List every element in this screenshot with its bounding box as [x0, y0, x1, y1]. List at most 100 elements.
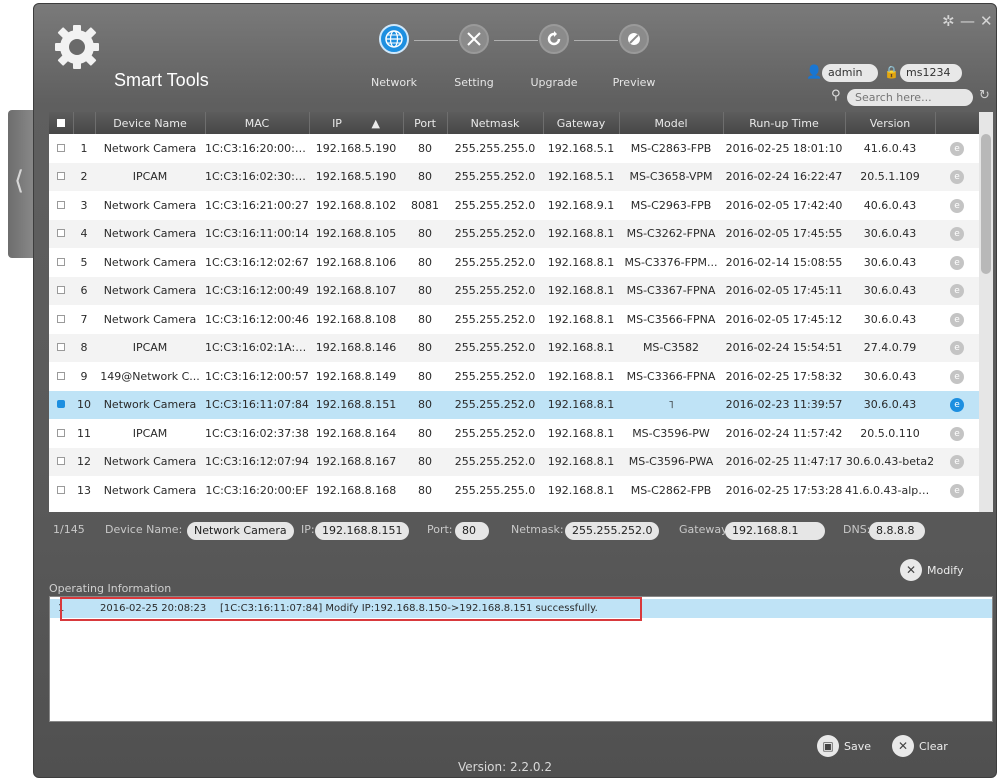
table-row[interactable]: 12 Network Camera 1C:C3:16:12:07:94 192.168… [49, 447, 979, 476]
row-action[interactable]: e [935, 476, 979, 505]
row-checkbox[interactable] [49, 162, 73, 191]
clear-icon: ✕ [892, 735, 914, 757]
gateway-cell: 192.168.8.1 [547, 426, 615, 440]
table-row[interactable]: 7 Network Camera 1C:C3:16:12:00:46 192.168.… [49, 305, 979, 334]
close-button[interactable]: ✕ [980, 12, 993, 30]
table-row[interactable]: 10 Network Camera 1C:C3:16:11:07:84 192.168… [49, 390, 979, 419]
tools-icon [467, 32, 481, 46]
version-text: Version: 2.2.0.2 [458, 760, 552, 774]
ip-field[interactable]: 192.168.8.151 [315, 522, 409, 540]
row-action[interactable]: e [935, 162, 979, 191]
table-row[interactable]: 5 Network Camera 1C:C3:16:12:02:67 192.168.… [49, 248, 979, 277]
clear-button[interactable]: ✕ Clear [892, 734, 948, 758]
row-action[interactable]: e [935, 248, 979, 277]
port-field[interactable]: 80 [455, 522, 489, 540]
step-upgrade[interactable]: Upgrade [514, 24, 594, 89]
gateway-field[interactable]: 192.168.8.1 [725, 522, 825, 540]
row-checkbox[interactable] [49, 219, 73, 248]
step-preview[interactable]: Preview [594, 24, 674, 89]
table-row[interactable]: 3 Network Camera 1C:C3:16:21:00:27 192.168.… [49, 191, 979, 220]
search-input[interactable] [847, 89, 973, 106]
row-checkbox[interactable] [49, 134, 73, 163]
version-cell: 30.6.0.43 [863, 255, 917, 269]
username-field[interactable]: admin [822, 64, 878, 82]
row-action[interactable]: e [935, 362, 979, 391]
row-action[interactable]: e [935, 134, 979, 163]
model-cell: MS-C3582 [619, 333, 723, 362]
table-row[interactable]: 1 Network Camera 1C:C3:16:20:00:EA 192.168.… [49, 134, 979, 163]
row-action[interactable]: e [935, 419, 979, 448]
modify-button[interactable]: ✕ Modify [900, 558, 963, 582]
ip-cell: 192.168.8.105 [309, 219, 403, 248]
refresh-search-icon[interactable]: ↻ [979, 88, 990, 103]
row-index: 1 [80, 141, 88, 155]
browser-icon: e [950, 426, 964, 441]
row-index: 9 [80, 369, 88, 383]
row-index: 5 [80, 255, 88, 269]
password-field[interactable]: ms1234 [900, 64, 962, 82]
table-row[interactable]: 6 Network Camera 1C:C3:16:12:00:49 192.168.… [49, 276, 979, 305]
table-row[interactable]: 4 Network Camera 1C:C3:16:11:00:14 192.168.… [49, 219, 979, 248]
row-action[interactable]: e [935, 219, 979, 248]
row-checkbox[interactable] [49, 305, 73, 334]
port-label: Port: [427, 523, 453, 536]
ip-cell: 192.168.8.106 [315, 255, 397, 269]
version-cell: 30.6.0.43-beta2 [845, 447, 935, 476]
header-mac[interactable]: MAC [205, 112, 310, 134]
settings-gear-icon[interactable]: ✲ [942, 12, 955, 30]
model-cell: MS-C2863-FPB [630, 141, 712, 155]
device-name-cell: Network Camera [95, 276, 205, 305]
scrollbar-thumb[interactable] [981, 134, 991, 274]
header-ip[interactable]: IP ▲ [309, 112, 404, 134]
row-checkbox[interactable] [49, 419, 73, 448]
device-name-field[interactable]: Network Camera [187, 522, 294, 540]
device-name-cell: Network Camera [95, 219, 205, 248]
ip-cell: 192.168.5.190 [309, 162, 403, 191]
minimize-button[interactable]: — [960, 12, 975, 30]
table-row[interactable]: 11 IPCAM 1C:C3:16:02:37:38 192.168.8.164 80 2… [49, 419, 979, 448]
table-row[interactable]: 2 IPCAM 1C:C3:16:02:30:D7 192.168.5.190 80 25… [49, 162, 979, 191]
browser-icon: e [950, 170, 964, 185]
row-checkbox[interactable] [49, 248, 73, 277]
header-gateway[interactable]: Gateway [543, 112, 620, 134]
row-action[interactable]: e [935, 191, 979, 220]
row-action[interactable]: e [935, 390, 979, 419]
row-action[interactable]: e [935, 276, 979, 305]
step-setting[interactable]: Setting [434, 24, 514, 89]
header-netmask[interactable]: Netmask [447, 112, 544, 134]
save-button[interactable]: ▣ Save [817, 734, 871, 758]
header-ip-label: IP [332, 116, 342, 130]
row-checkbox[interactable] [49, 362, 73, 391]
row-index: 3 [80, 198, 88, 212]
side-collapse-tab[interactable]: ⟨ [8, 110, 35, 258]
row-checkbox[interactable] [49, 191, 73, 220]
row-action[interactable]: e [935, 333, 979, 362]
select-all-checkbox[interactable] [49, 112, 74, 134]
device-name-label: Device Name: [105, 523, 183, 536]
header-model[interactable]: Model [619, 112, 724, 134]
header-device-name[interactable]: Device Name [95, 112, 206, 134]
header-action [935, 112, 980, 134]
table-row[interactable]: 13 Network Camera 1C:C3:16:20:00:EF 192.168… [49, 476, 979, 505]
run-up-time-cell: 2016-02-24 16:22:47 [723, 162, 845, 191]
row-checkbox[interactable] [49, 447, 73, 476]
header-run-up-time[interactable]: Run-up Time [723, 112, 846, 134]
netmask-field[interactable]: 255.255.252.0 [565, 522, 659, 540]
table-row[interactable]: 8 IPCAM 1C:C3:16:02:1A:D4 192.168.8.146 80 25… [49, 333, 979, 362]
device-name-cell: Network Camera [95, 447, 205, 476]
row-checkbox[interactable] [49, 390, 73, 419]
row-checkbox[interactable] [49, 333, 73, 362]
row-checkbox[interactable] [49, 276, 73, 305]
table-scrollbar[interactable] [979, 112, 993, 512]
row-action[interactable]: e [935, 305, 979, 334]
header-version[interactable]: Version [845, 112, 936, 134]
table-row[interactable]: 9 149@Network C... 1C:C3:16:12:00:57 192.16… [49, 362, 979, 391]
device-name-cell: IPCAM [132, 426, 168, 440]
row-action[interactable]: e [935, 447, 979, 476]
header-port[interactable]: Port [403, 112, 448, 134]
row-checkbox[interactable] [49, 476, 73, 505]
step-network[interactable]: Network [354, 24, 434, 89]
app-title: Smart Tools [114, 70, 209, 90]
dns-field[interactable]: 8.8.8.8 [869, 522, 925, 540]
step-label: Upgrade [530, 76, 578, 89]
